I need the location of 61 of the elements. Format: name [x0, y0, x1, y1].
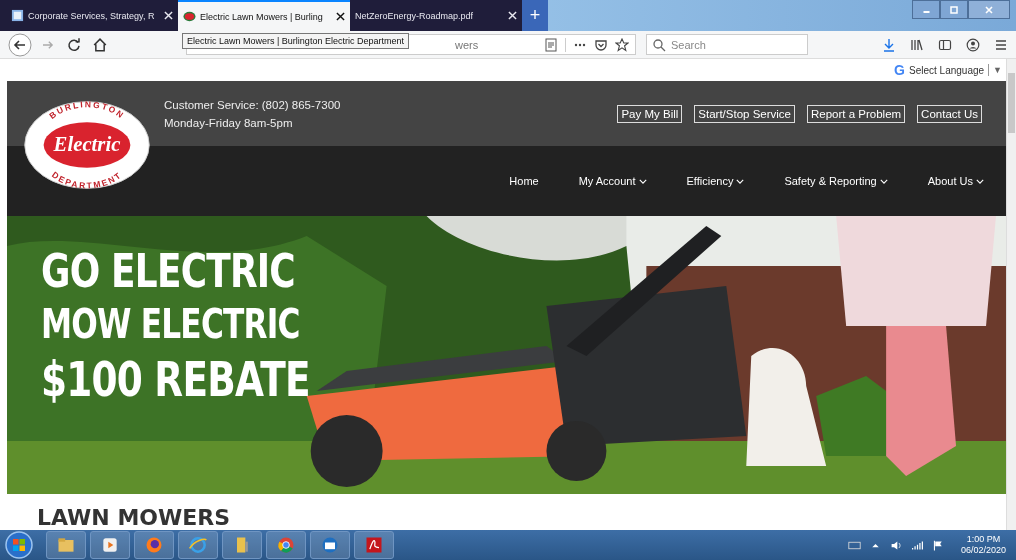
- taskbar-button[interactable]: [222, 531, 262, 559]
- signal-icon[interactable]: [910, 538, 924, 552]
- nav-item[interactable]: Efficiency: [686, 175, 745, 187]
- banner-headline: $100 REBATE: [41, 350, 310, 408]
- firefox-icon: [144, 535, 164, 555]
- pocket-icon[interactable]: [594, 37, 608, 52]
- account-icon[interactable]: [966, 37, 980, 52]
- header-link-button[interactable]: Pay My Bill: [617, 104, 683, 123]
- contact-info: Customer Service: (802) 865-7300: [164, 98, 341, 111]
- oval-logo-icon: [183, 10, 196, 23]
- taskbar-button[interactable]: [46, 531, 86, 559]
- flag-icon[interactable]: [931, 538, 945, 552]
- browser-tab[interactable]: NetZeroEnergy-Roadmap.pdf: [350, 0, 522, 31]
- header-link-button[interactable]: Start/Stop Service: [694, 104, 795, 123]
- banner-headline: GO ELECTRIC: [41, 244, 296, 298]
- header-link-button[interactable]: Contact Us: [917, 104, 982, 123]
- nav-item[interactable]: Home: [509, 175, 539, 187]
- scrollbar-thumb[interactable]: [1008, 73, 1015, 133]
- search-field[interactable]: Search: [646, 34, 808, 55]
- media-player-icon: [100, 535, 120, 555]
- download-icon[interactable]: [882, 37, 896, 52]
- browser-tab[interactable]: Corporate Services, Strategy, R: [6, 0, 178, 31]
- minimize-button[interactable]: [912, 0, 940, 19]
- search-icon: [652, 38, 666, 52]
- taskbar-button[interactable]: [310, 531, 350, 559]
- taskbar-button[interactable]: [178, 531, 218, 559]
- document-icon: [11, 9, 24, 22]
- nav-item[interactable]: Safety & Reporting: [784, 175, 888, 187]
- close-button[interactable]: [968, 0, 1010, 19]
- header-link-button[interactable]: Report a Problem: [807, 104, 906, 123]
- new-tab-button[interactable]: +: [522, 0, 548, 31]
- close-icon[interactable]: [336, 12, 345, 21]
- nav-item[interactable]: My Account: [578, 175, 647, 187]
- section-heading: LAWN MOWERS: [36, 504, 232, 530]
- browser-tab[interactable]: Electric Lawn Mowers | Burling: [178, 0, 350, 31]
- tooltip: Electric Lawn Mowers | Burlington Electric Department: [182, 33, 409, 49]
- start-button[interactable]: [4, 530, 34, 560]
- scrollbar[interactable]: [1006, 59, 1016, 530]
- taskbar-button[interactable]: [266, 531, 306, 559]
- restore-button[interactable]: [940, 0, 968, 19]
- language-selector[interactable]: G Select Language ▼: [894, 62, 1006, 78]
- close-icon: [984, 4, 994, 15]
- banner-headline: MOW ELECTRIC: [41, 300, 301, 349]
- internet-explorer-icon: [188, 535, 208, 555]
- menu-icon[interactable]: [994, 37, 1008, 52]
- taskbar-button[interactable]: [354, 531, 394, 559]
- reader-view-icon[interactable]: [544, 37, 558, 52]
- back-button[interactable]: [8, 32, 32, 57]
- clock[interactable]: 1:00 PM 06/02/2020: [960, 534, 1006, 556]
- contact-info: Monday-Friday 8am-5pm: [164, 116, 294, 129]
- chrome-icon: [276, 535, 296, 555]
- star-icon[interactable]: [615, 37, 629, 52]
- nav-item[interactable]: About Us: [927, 175, 984, 187]
- library-icon[interactable]: [910, 37, 924, 52]
- taskbar-button[interactable]: [134, 531, 174, 559]
- minimize-icon: [922, 11, 930, 13]
- pdf-reader-icon: [364, 535, 384, 555]
- sidebar-icon[interactable]: [938, 37, 952, 52]
- folder-icon: [56, 535, 76, 555]
- restore-icon: [949, 4, 959, 15]
- taskbar-button[interactable]: [90, 531, 130, 559]
